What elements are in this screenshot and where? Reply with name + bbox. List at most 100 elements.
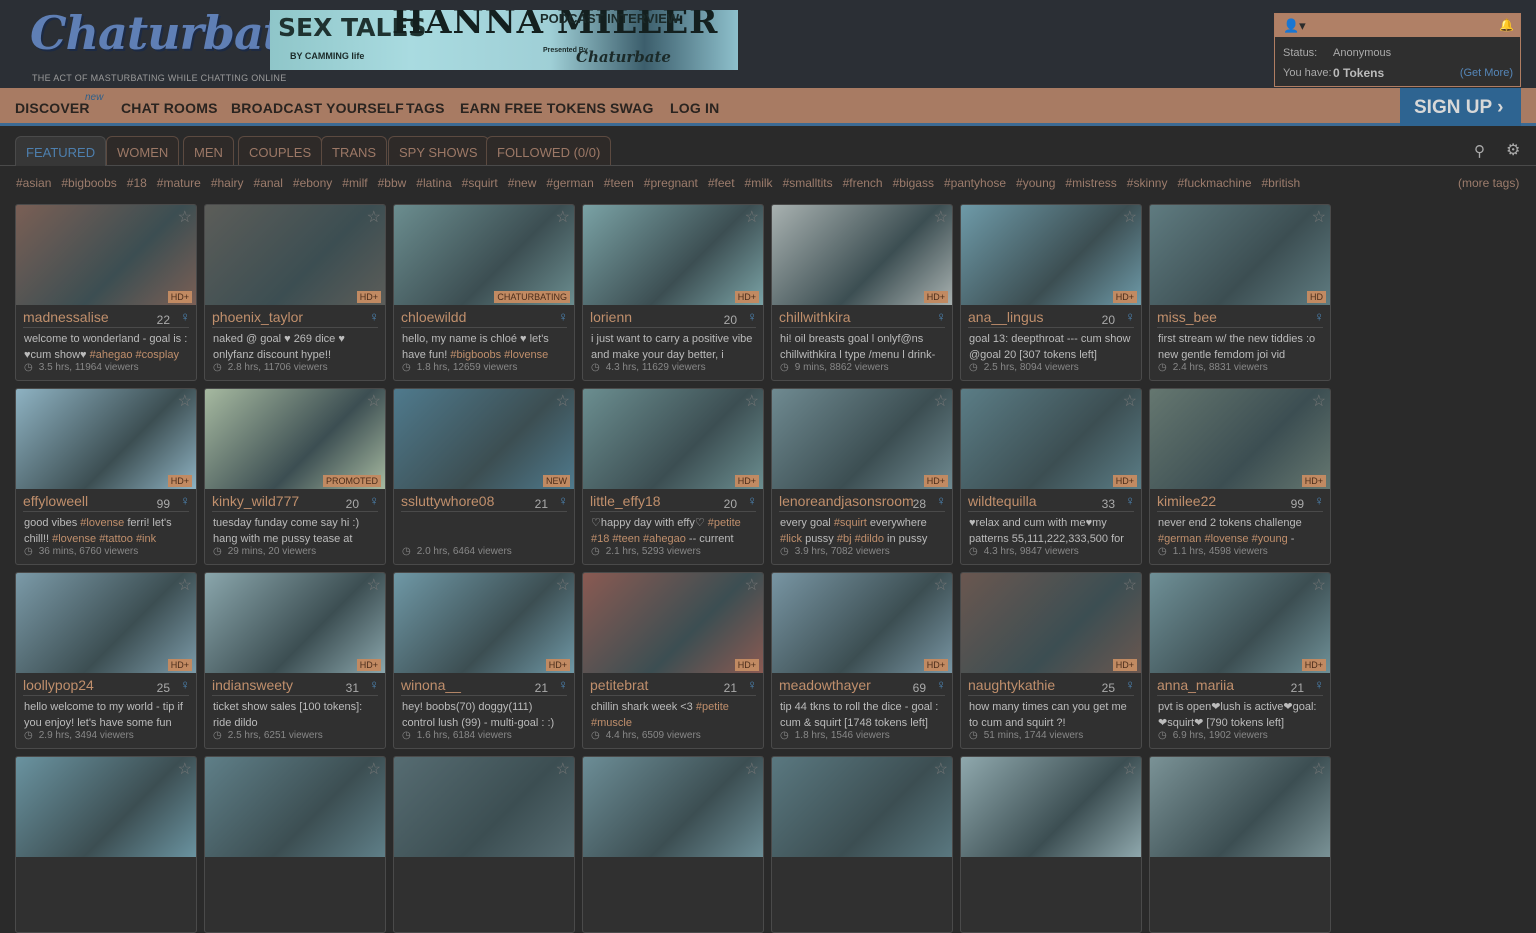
tag-link[interactable]: #mature xyxy=(157,176,201,190)
tag-link[interactable]: #young xyxy=(1016,176,1055,190)
room-thumbnail[interactable] xyxy=(1150,757,1330,857)
tag-link[interactable]: #bbw xyxy=(378,176,407,190)
tag-link[interactable]: #asian xyxy=(16,176,51,190)
tab-featured[interactable]: FEATURED xyxy=(15,136,107,166)
room-card[interactable]: ☆ HD+ winona__ 21 ♀ hey! boobs(70) doggy(111)… xyxy=(393,572,575,749)
room-username[interactable]: little_effy18 xyxy=(590,493,730,509)
room-thumbnail[interactable] xyxy=(1150,573,1330,673)
room-thumbnail[interactable] xyxy=(772,389,952,489)
star-icon[interactable]: ☆ xyxy=(178,759,192,779)
hashtag-link[interactable]: #german xyxy=(1158,533,1201,545)
hashtag-link[interactable]: #lovense xyxy=(52,533,96,545)
room-username[interactable]: chloewildd xyxy=(401,309,541,325)
nav-login[interactable]: LOG IN xyxy=(670,100,719,116)
room-username[interactable]: wildtequilla xyxy=(968,493,1108,509)
hashtag-link[interactable]: #squirt xyxy=(834,517,867,529)
hashtag-link[interactable]: #lick xyxy=(780,533,802,545)
room-thumbnail[interactable] xyxy=(205,205,385,305)
room-username[interactable]: kimilee22 xyxy=(1157,493,1297,509)
room-card[interactable]: ☆ xyxy=(1149,756,1331,933)
star-icon[interactable]: ☆ xyxy=(1123,207,1137,227)
star-icon[interactable]: ☆ xyxy=(556,391,570,411)
room-username[interactable]: ana__lingus xyxy=(968,309,1108,325)
room-card[interactable]: ☆ xyxy=(582,756,764,933)
hashtag-link[interactable]: #petite xyxy=(696,701,729,713)
room-card[interactable]: ☆ HD+ naughtykathie 25 ♀ how many times can y… xyxy=(960,572,1142,749)
star-icon[interactable]: ☆ xyxy=(934,207,948,227)
tag-link[interactable]: #french xyxy=(843,176,883,190)
room-card[interactable]: ☆ HD+ lenoreandjasonsroom 28 ♀ every goal #sq… xyxy=(771,388,953,565)
room-username[interactable]: madnessalise xyxy=(23,309,163,325)
room-card[interactable]: ☆ HD+ meadowthayer 69 ♀ tip 44 tkns to roll t… xyxy=(771,572,953,749)
star-icon[interactable]: ☆ xyxy=(556,575,570,595)
star-icon[interactable]: ☆ xyxy=(934,391,948,411)
nav-tags[interactable]: TAGS xyxy=(406,100,445,116)
room-thumbnail[interactable] xyxy=(394,573,574,673)
hashtag-link[interactable]: #lovense xyxy=(504,349,548,361)
room-username[interactable]: effyloweell xyxy=(23,493,163,509)
star-icon[interactable]: ☆ xyxy=(1312,207,1326,227)
room-username[interactable]: lorienn xyxy=(590,309,730,325)
star-icon[interactable]: ☆ xyxy=(556,207,570,227)
tag-link[interactable]: #new xyxy=(508,176,537,190)
star-icon[interactable]: ☆ xyxy=(745,759,759,779)
star-icon[interactable]: ☆ xyxy=(934,575,948,595)
star-icon[interactable]: ☆ xyxy=(745,391,759,411)
room-thumbnail[interactable] xyxy=(1150,205,1330,305)
star-icon[interactable]: ☆ xyxy=(178,575,192,595)
hashtag-link[interactable]: #ink xyxy=(136,533,156,545)
hashtag-link[interactable]: #lovense xyxy=(1204,533,1248,545)
room-thumbnail[interactable] xyxy=(394,205,574,305)
tag-link[interactable]: #milf xyxy=(342,176,367,190)
star-icon[interactable]: ☆ xyxy=(1123,759,1137,779)
room-thumbnail[interactable] xyxy=(961,757,1141,857)
tag-link[interactable]: #bigass xyxy=(893,176,934,190)
room-card[interactable]: ☆ xyxy=(204,756,386,933)
tab-women[interactable]: WOMEN xyxy=(106,136,180,165)
room-thumbnail[interactable] xyxy=(583,573,763,673)
room-card[interactable]: ☆ HD+ kimilee22 99 ♀ never end 2 tokens chall… xyxy=(1149,388,1331,565)
room-card[interactable]: ☆ xyxy=(960,756,1142,933)
star-icon[interactable]: ☆ xyxy=(1123,391,1137,411)
star-icon[interactable]: ☆ xyxy=(178,391,192,411)
get-more-link[interactable]: (Get More) xyxy=(1460,67,1513,79)
room-username[interactable]: kinky_wild777 xyxy=(212,493,352,509)
room-thumbnail[interactable] xyxy=(583,205,763,305)
room-card[interactable]: ☆ HD+ phoenix_taylor ♀ naked @ goal ♥ 269 di… xyxy=(204,204,386,381)
tag-link[interactable]: #hairy xyxy=(211,176,244,190)
tab-men[interactable]: MEN xyxy=(183,136,234,165)
room-card[interactable]: ☆ HD miss_bee ♀ first stream w/ the new tidd… xyxy=(1149,204,1331,381)
room-card[interactable]: ☆ NEW ssluttywhore08 21 ♀ ◷ 2.0 hrs, 6464 view… xyxy=(393,388,575,565)
star-icon[interactable]: ☆ xyxy=(745,575,759,595)
nav-earn-tokens[interactable]: EARN FREE TOKENS xyxy=(460,100,606,116)
tag-link[interactable]: #18 xyxy=(127,176,147,190)
room-card[interactable]: ☆ HD+ ana__lingus 20 ♀ goal 13: deepthroat --… xyxy=(960,204,1142,381)
room-thumbnail[interactable] xyxy=(205,757,385,857)
nav-chat-rooms[interactable]: CHAT ROOMS xyxy=(121,100,218,116)
room-card[interactable]: ☆ HD+ indiansweety 31 ♀ ticket show sales [10… xyxy=(204,572,386,749)
user-icon[interactable]: 👤▾ xyxy=(1283,18,1306,34)
room-thumbnail[interactable] xyxy=(1150,389,1330,489)
search-icon[interactable]: ⚲ xyxy=(1474,142,1485,160)
hashtag-link[interactable]: #lovense xyxy=(80,517,124,529)
room-card[interactable]: ☆ xyxy=(771,756,953,933)
star-icon[interactable]: ☆ xyxy=(745,207,759,227)
nav-broadcast[interactable]: BROADCAST YOURSELF xyxy=(231,100,404,116)
room-thumbnail[interactable] xyxy=(583,389,763,489)
nav-discover[interactable]: DISCOVER xyxy=(15,100,90,116)
room-username[interactable]: lenoreandjasonsroom xyxy=(779,493,919,509)
room-card[interactable]: ☆ HD+ little_effy18 20 ♀ ♡happy day with effy… xyxy=(582,388,764,565)
room-thumbnail[interactable] xyxy=(961,573,1141,673)
sign-up-button[interactable]: SIGN UP › xyxy=(1400,88,1521,126)
room-thumbnail[interactable] xyxy=(772,757,952,857)
room-username[interactable]: miss_bee xyxy=(1157,309,1297,325)
room-username[interactable]: winona__ xyxy=(401,677,541,693)
hashtag-link[interactable]: #petite xyxy=(708,517,741,529)
tab-trans[interactable]: TRANS xyxy=(321,136,388,165)
room-username[interactable]: phoenix_taylor xyxy=(212,309,352,325)
star-icon[interactable]: ☆ xyxy=(178,207,192,227)
more-tags-link[interactable]: (more tags) xyxy=(1458,176,1519,190)
room-thumbnail[interactable] xyxy=(394,389,574,489)
room-username[interactable]: loollypop24 xyxy=(23,677,163,693)
room-card[interactable]: ☆ CHATURBATING chloewildd ♀ hello, my name i… xyxy=(393,204,575,381)
